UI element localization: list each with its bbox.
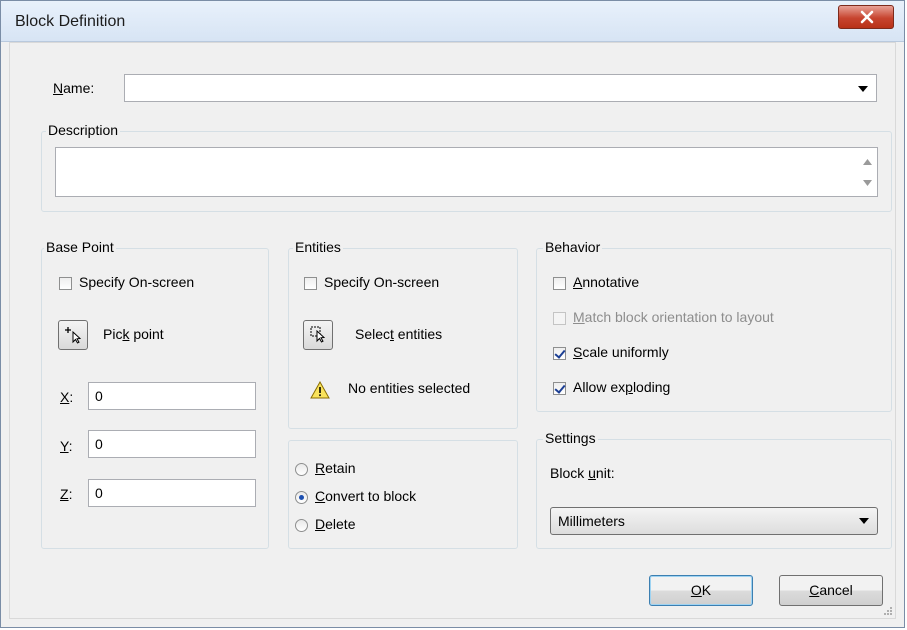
retain-label: Retain: [315, 460, 356, 476]
name-combobox[interactable]: [124, 74, 877, 102]
entities-title: Entities: [293, 239, 343, 255]
match-orientation-checkbox[interactable]: [553, 312, 566, 325]
entities-specify-checkbox[interactable]: [304, 277, 317, 290]
base-point-title: Base Point: [44, 239, 116, 255]
behavior-group: Behavior Annotative Match block orientat…: [536, 239, 892, 412]
select-entities-icon: [310, 326, 326, 343]
warning-icon: [310, 381, 330, 399]
close-button[interactable]: [838, 5, 894, 29]
dialog-body: Name: Description Base Point Specify On-…: [9, 42, 896, 619]
match-orientation-label: Match block orientation to layout: [573, 309, 774, 325]
convert-label: Convert to block: [315, 488, 417, 504]
cancel-button[interactable]: Cancel: [779, 575, 883, 606]
settings-title: Settings: [543, 430, 598, 446]
chevron-down-icon: [859, 518, 869, 524]
entity-action-group: Retain Convert to block Delete: [288, 440, 518, 549]
entities-specify-label: Specify On-screen: [324, 274, 440, 290]
z-label: Z:: [60, 486, 73, 502]
select-entities-label: Select entities: [355, 326, 443, 342]
y-label: Y:: [60, 438, 73, 454]
allow-exploding-checkbox[interactable]: [553, 382, 566, 395]
annotative-label: Annotative: [573, 274, 640, 290]
window-title: Block Definition: [15, 13, 126, 30]
settings-group: Settings Block unit: Millimeters: [536, 430, 892, 549]
annotative-checkbox[interactable]: [553, 277, 566, 290]
select-entities-button[interactable]: [303, 320, 333, 350]
entities-status: No entities selected: [348, 380, 471, 396]
block-unit-value: Millimeters: [558, 513, 625, 529]
block-unit-label: Block unit:: [550, 465, 615, 481]
x-input[interactable]: 0: [88, 382, 256, 410]
scale-uniformly-label: Scale uniformly: [573, 344, 669, 360]
description-scrollbar[interactable]: [859, 149, 876, 195]
base-point-specify-label: Specify On-screen: [79, 274, 195, 290]
description-input[interactable]: [55, 147, 878, 197]
allow-exploding-label: Allow exploding: [573, 379, 671, 395]
close-icon: [860, 10, 874, 24]
scale-uniformly-checkbox[interactable]: [553, 347, 566, 360]
behavior-title: Behavior: [543, 239, 603, 255]
block-definition-dialog: Block Definition Name: Description Base …: [0, 0, 905, 628]
delete-label: Delete: [315, 516, 356, 532]
convert-radio[interactable]: [295, 491, 308, 504]
chevron-down-icon: [858, 86, 868, 92]
title-bar: Block Definition: [1, 1, 904, 42]
scroll-up-icon: [863, 159, 872, 165]
z-input[interactable]: 0: [88, 479, 256, 507]
base-point-group: Base Point Specify On-screen Pick point …: [41, 239, 269, 549]
resize-grip-icon[interactable]: [883, 606, 893, 616]
pick-point-label: Pick point: [103, 326, 164, 342]
retain-radio[interactable]: [295, 463, 308, 476]
base-point-specify-checkbox[interactable]: [59, 277, 72, 290]
description-label: Description: [46, 122, 121, 138]
pick-point-icon: [65, 327, 82, 344]
ok-button[interactable]: OK: [649, 575, 753, 606]
pick-point-button[interactable]: [58, 320, 88, 350]
delete-radio[interactable]: [295, 519, 308, 532]
scroll-down-icon: [863, 180, 872, 186]
y-input[interactable]: 0: [88, 430, 256, 458]
block-unit-select[interactable]: Millimeters: [550, 507, 878, 535]
description-group: Description: [41, 122, 892, 212]
x-label: X:: [60, 389, 74, 405]
name-label: Name:: [53, 80, 95, 96]
entities-group: Entities Specify On-screen Select entiti…: [288, 239, 518, 429]
